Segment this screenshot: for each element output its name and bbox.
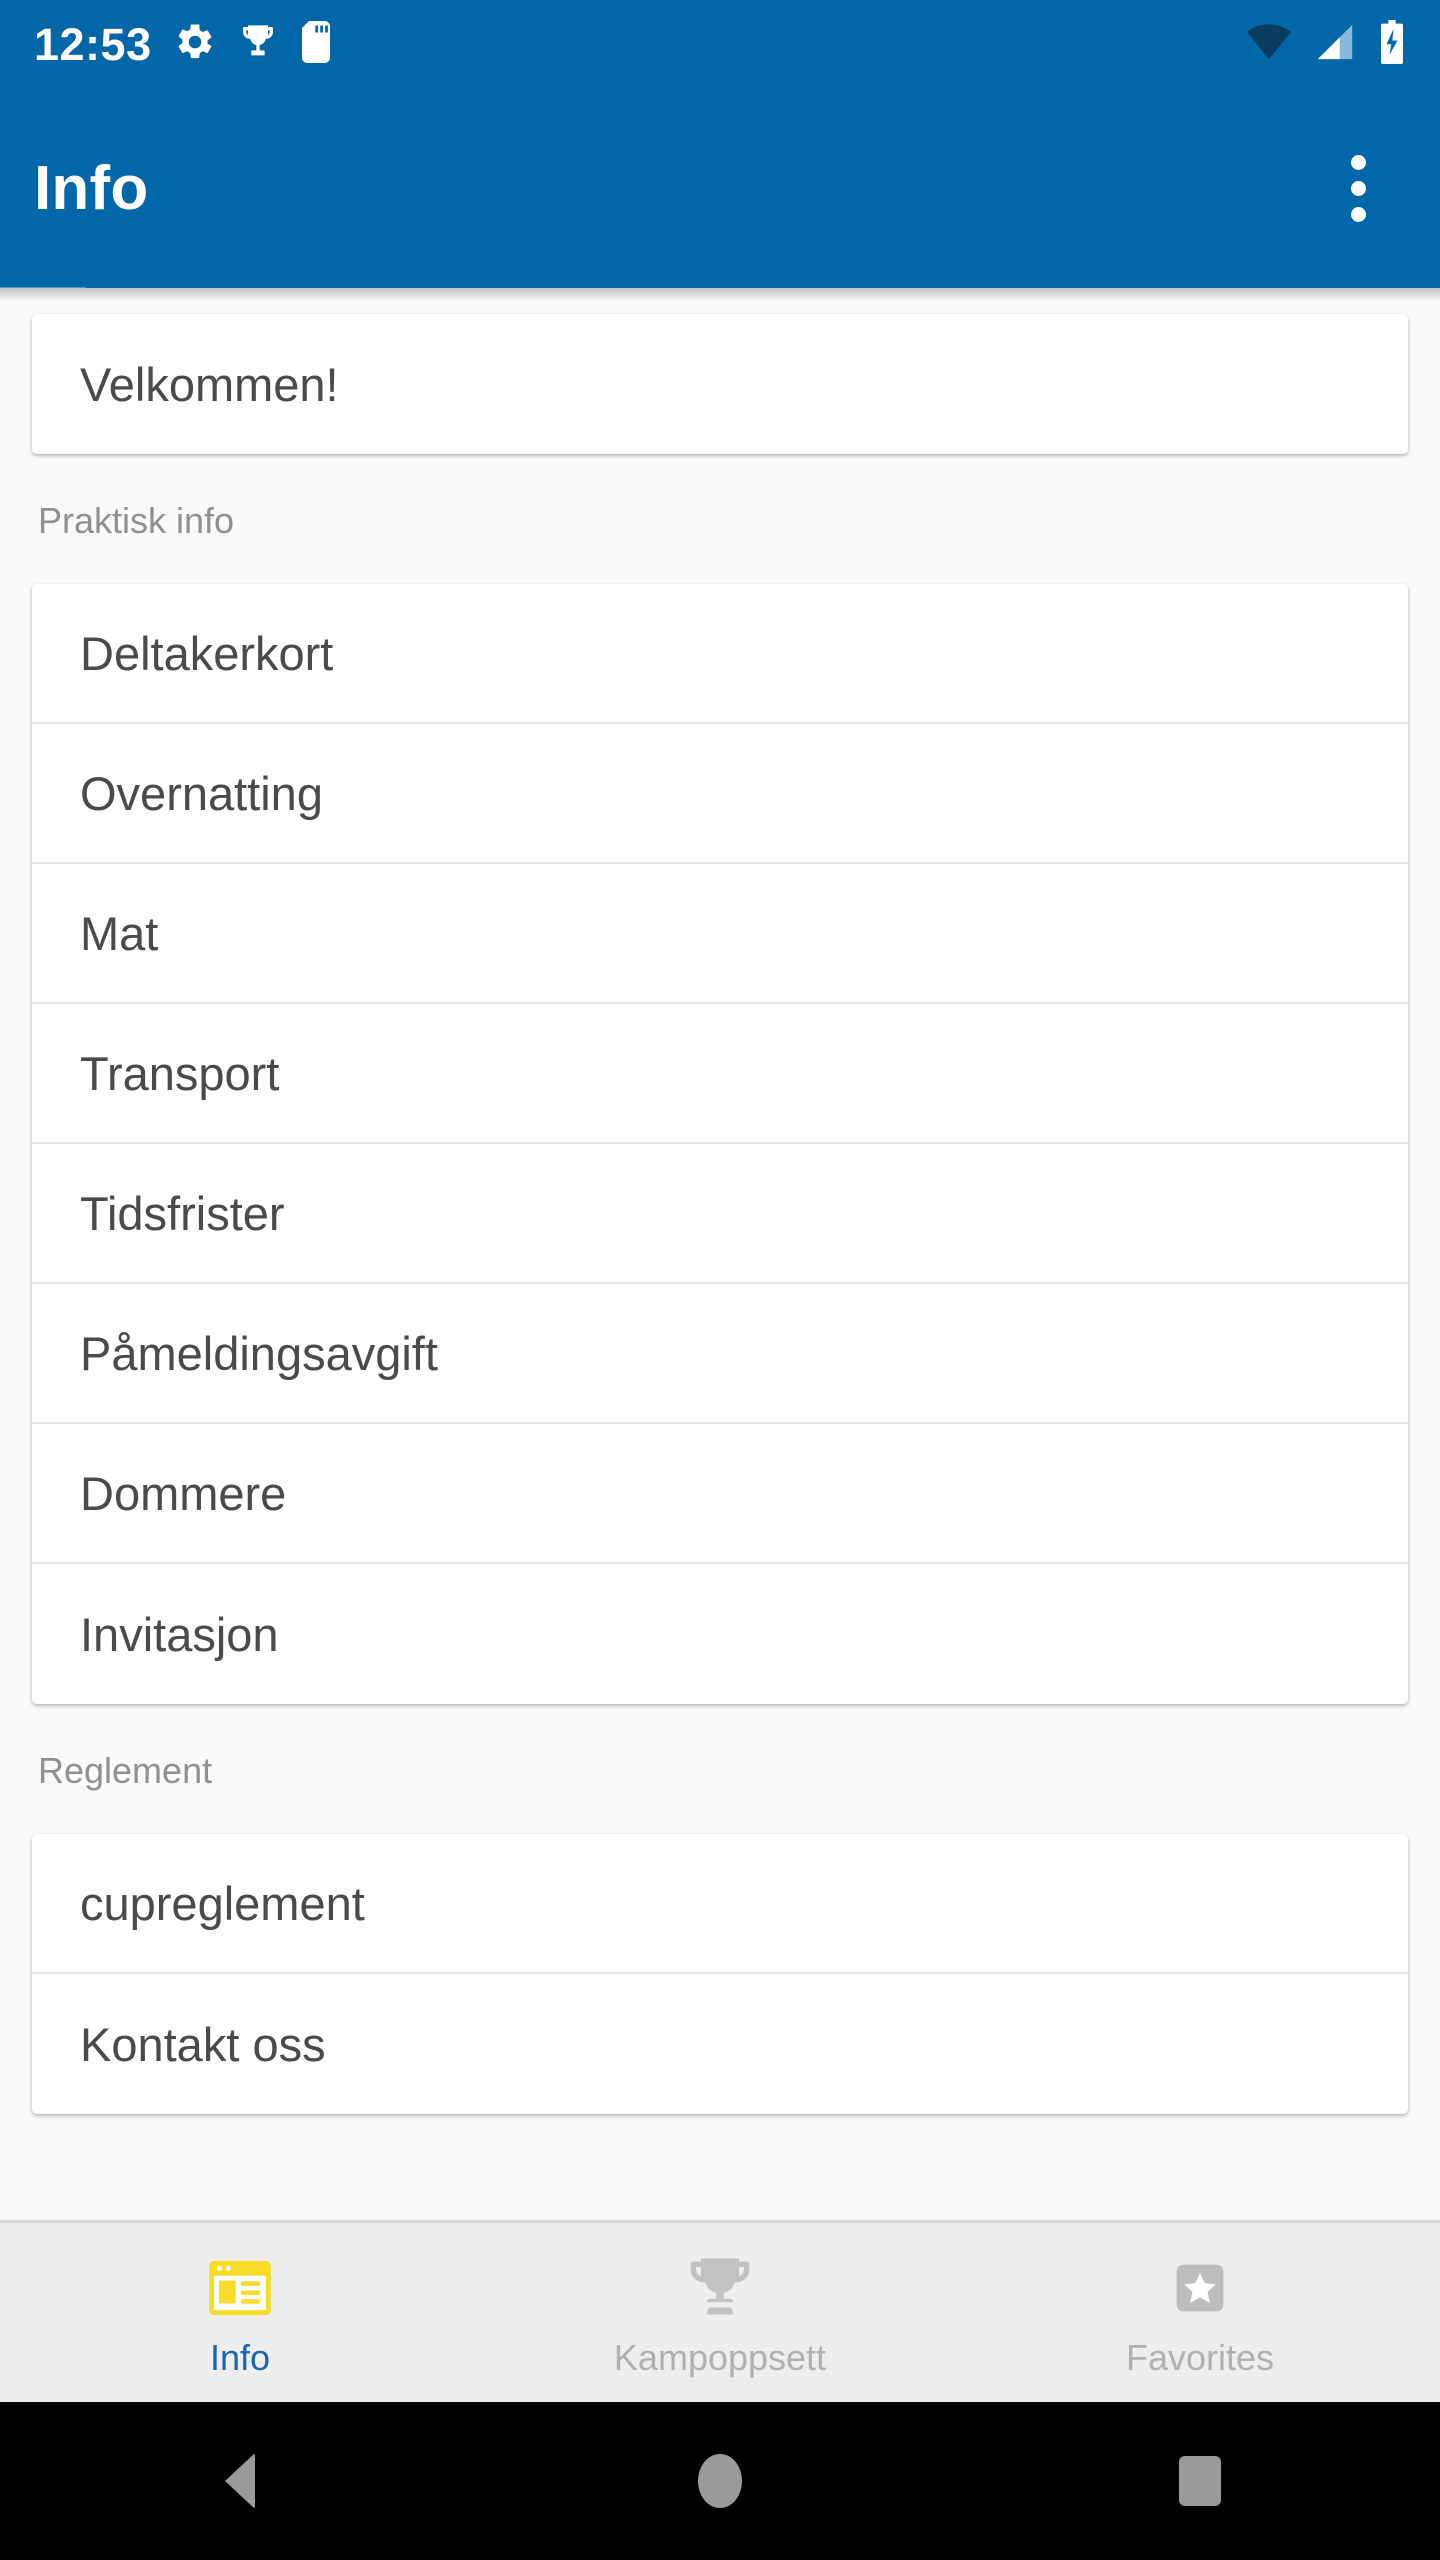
list-item-transport[interactable]: Transport	[32, 1004, 1408, 1144]
phone-screen: 12:53 Info Velkommen! Praktisk info Delt…	[0, 0, 1440, 2560]
cellular-signal-icon	[1314, 22, 1356, 67]
tab-label: Favorites	[1125, 2336, 1275, 2378]
tab-info[interactable]: Info	[0, 2223, 480, 2402]
list-item-label: Invitasjon	[80, 1607, 279, 1661]
status-bar-right	[1246, 19, 1406, 69]
list-item-label: Overnatting	[80, 766, 323, 820]
overflow-dot	[1350, 206, 1366, 222]
list-item-label: Velkommen!	[80, 357, 339, 411]
status-time: 12:53	[34, 18, 152, 70]
trophy-icon	[238, 21, 278, 68]
sd-card-icon	[300, 20, 332, 68]
tab-kampoppsett[interactable]: Kampoppsett	[480, 2223, 960, 2402]
reglement-card: cupreglement Kontakt oss	[32, 1834, 1408, 2114]
tab-label: Kampoppsett	[613, 2336, 827, 2378]
list-item-pameldingsavgift[interactable]: Påmeldingsavgift	[32, 1284, 1408, 1424]
list-item-label: Kontakt oss	[80, 2017, 326, 2071]
section-header-reglement: Reglement	[38, 1750, 213, 1791]
list-item-label: Dommere	[80, 1466, 287, 1520]
status-bar: 12:53	[0, 0, 1440, 88]
recents-square-icon	[1179, 2456, 1221, 2506]
back-button[interactable]	[160, 2402, 320, 2560]
list-item-label: Tidsfrister	[80, 1186, 285, 1240]
list-item-invitasjon[interactable]: Invitasjon	[32, 1564, 1408, 1704]
android-navigation-bar	[0, 2402, 1440, 2560]
recents-button[interactable]	[1120, 2402, 1280, 2560]
overflow-menu-icon[interactable]	[1310, 140, 1406, 236]
list-item-kontakt-oss[interactable]: Kontakt oss	[32, 1974, 1408, 2114]
list-item-overnatting[interactable]: Overnatting	[32, 724, 1408, 864]
home-button[interactable]	[640, 2402, 800, 2560]
list-item-label: Påmeldingsavgift	[80, 1326, 438, 1380]
section-header-praktisk-info: Praktisk info	[38, 500, 235, 541]
list-item-label: Deltakerkort	[80, 626, 334, 680]
gear-icon	[174, 21, 216, 68]
list-item-deltakerkort[interactable]: Deltakerkort	[32, 584, 1408, 724]
status-bar-left: 12:53	[34, 18, 332, 70]
welcome-card[interactable]: Velkommen!	[32, 314, 1408, 454]
list-item-tidsfrister[interactable]: Tidsfrister	[32, 1144, 1408, 1284]
trophy-icon	[683, 2250, 757, 2326]
back-triangle-icon	[225, 2453, 255, 2509]
home-circle-icon	[698, 2454, 742, 2508]
tab-favorites[interactable]: Favorites	[960, 2223, 1440, 2402]
list-item-label: Transport	[80, 1046, 280, 1100]
list-item-mat[interactable]: Mat	[32, 864, 1408, 1004]
list-item[interactable]: Velkommen!	[32, 314, 1408, 454]
list-item-label: Mat	[80, 906, 159, 960]
content-area: Velkommen! Praktisk info Deltakerkort Ov…	[0, 288, 1440, 2220]
list-item-cupreglement[interactable]: cupreglement	[32, 1834, 1408, 1974]
battery-charging-icon	[1378, 19, 1406, 69]
wifi-icon	[1246, 22, 1292, 67]
star-box-icon	[1163, 2250, 1237, 2326]
tab-label: Info	[209, 2336, 271, 2378]
app-bar: Info	[0, 88, 1440, 294]
list-item-label: cupreglement	[80, 1876, 365, 1930]
article-window-icon	[203, 2250, 277, 2326]
page-title: Info	[34, 153, 149, 223]
appbar-shadow	[0, 288, 1440, 302]
overflow-dot	[1350, 180, 1366, 196]
praktisk-info-card: Deltakerkort Overnatting Mat Transport T…	[32, 584, 1408, 1704]
overflow-dot	[1350, 154, 1366, 170]
list-item-dommere[interactable]: Dommere	[32, 1424, 1408, 1564]
bottom-navigation-bar: Info Kampoppsett Favorites	[0, 2220, 1440, 2402]
